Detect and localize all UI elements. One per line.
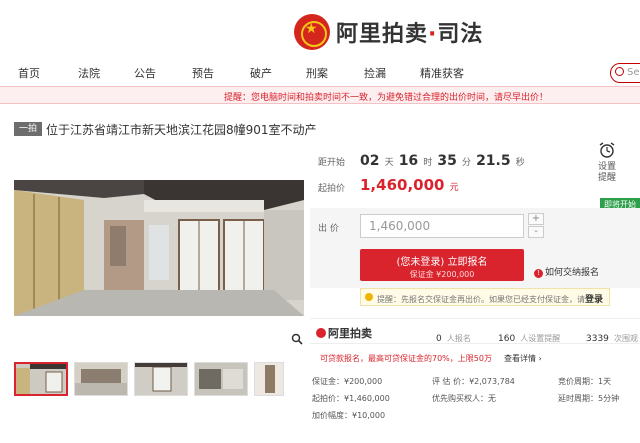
countdown-timer: 02 天 16 时 35 分 21.5 秒 xyxy=(360,153,525,169)
info-priority: 优先购买权人：无 xyxy=(432,394,496,403)
view-count: 3339 次围观 xyxy=(586,334,638,344)
countdown-days: 02 xyxy=(360,153,380,169)
info-increment: 加价幅度：¥10,000 xyxy=(312,411,386,420)
notice-text: 提醒：您电脑时间和拍卖时间不一致，为避免错过合理的出价时间，请尽早出价！ xyxy=(224,93,549,103)
zoom-icon[interactable] xyxy=(291,333,303,345)
auction-round-tag: 一拍 xyxy=(14,122,42,136)
search-icon xyxy=(615,67,624,76)
bid-label: 出 价 xyxy=(318,224,339,234)
login-link[interactable]: 登录 xyxy=(585,295,603,305)
bid-decrease-button[interactable]: - xyxy=(528,226,544,238)
time-notice-bar: 提醒：您电脑时间和拍卖时间不一致，为避免错过合理的出价时间，请尽早出价！ xyxy=(0,86,640,104)
info-icon: ! xyxy=(534,269,543,278)
lightbulb-icon xyxy=(365,293,373,301)
thumbnail-4[interactable] xyxy=(194,362,248,396)
alarm-clock-icon xyxy=(599,142,615,158)
bid-amount-input[interactable]: 1,460,000 xyxy=(360,214,524,238)
logo-text: 阿里拍卖·司法 xyxy=(336,22,484,47)
countdown-minutes: 35 xyxy=(437,153,457,169)
reminder-count: 160 人设置提醒 xyxy=(498,334,561,344)
countdown-seconds: 21.5 xyxy=(476,153,511,169)
chevron-right-icon: › xyxy=(538,354,542,363)
nav-item-bankruptcy[interactable]: 破产 xyxy=(250,65,272,81)
nav-item-announcements[interactable]: 公告 xyxy=(134,65,156,81)
login-tip: 提醒：先报名交保证金再出价。如果您已经支付保证金，请登录 xyxy=(360,288,610,306)
info-cycle: 竞价周期：1天 xyxy=(558,377,612,386)
start-price: 1,460,000 元 xyxy=(360,176,459,194)
info-deposit: 保证金：¥200,000 xyxy=(312,377,383,386)
court-seal-icon xyxy=(294,14,330,50)
view-details-link[interactable]: 查看详情 › xyxy=(504,353,542,364)
loan-notice: 可贷款报名，最高可贷保证金的70%，上限50万 xyxy=(320,354,492,363)
how-to-pay-link[interactable]: ! 如何交纳报名 xyxy=(534,265,599,278)
nav-item-home[interactable]: 首页 xyxy=(18,65,40,81)
set-reminder-button[interactable]: 设置 提醒 xyxy=(584,142,630,183)
register-button[interactable]: (您未登录) 立即报名 保证金 ¥200,000 xyxy=(360,249,524,281)
lot-title: 位于江苏省靖江市新天地滨江花园8幢901室不动产 xyxy=(46,123,317,137)
start-price-value: 1,460,000 xyxy=(360,176,445,194)
info-appraisal: 评 估 价：¥2,073,784 xyxy=(432,377,515,386)
start-price-label: 起拍价 xyxy=(318,184,346,194)
nav-item-precision[interactable]: 精准获客 xyxy=(420,65,464,81)
site-logo[interactable]: 阿里拍卖·司法 xyxy=(294,12,483,52)
ali-auction-logo: 阿里拍卖 xyxy=(316,325,372,341)
thumbnail-5[interactable] xyxy=(254,362,284,396)
ali-logo-icon xyxy=(316,328,326,338)
thumbnail-2[interactable] xyxy=(74,362,128,396)
nav-item-criminal[interactable]: 刑案 xyxy=(306,65,328,81)
countdown-label: 距开始 xyxy=(318,158,346,168)
nav-item-courts[interactable]: 法院 xyxy=(78,65,100,81)
main-photo[interactable] xyxy=(14,180,304,316)
main-nav: 首页 法院 公告 预告 破产 刑案 捡漏 精准获客 xyxy=(0,62,640,84)
info-start-price: 起拍价：¥1,460,000 xyxy=(312,394,390,403)
nav-item-preview[interactable]: 预告 xyxy=(192,65,214,81)
bid-increase-button[interactable]: + xyxy=(528,213,544,225)
info-delay: 延时周期：5分钟 xyxy=(558,394,620,403)
room-photo-image xyxy=(14,180,304,316)
search-input[interactable]: Sear xyxy=(610,63,640,83)
thumbnail-1[interactable] xyxy=(14,362,68,396)
signup-count: 0 人报名 xyxy=(436,334,471,344)
nav-item-bargain[interactable]: 捡漏 xyxy=(364,65,386,81)
thumbnail-3[interactable] xyxy=(134,362,188,396)
countdown-hours: 16 xyxy=(398,153,419,169)
